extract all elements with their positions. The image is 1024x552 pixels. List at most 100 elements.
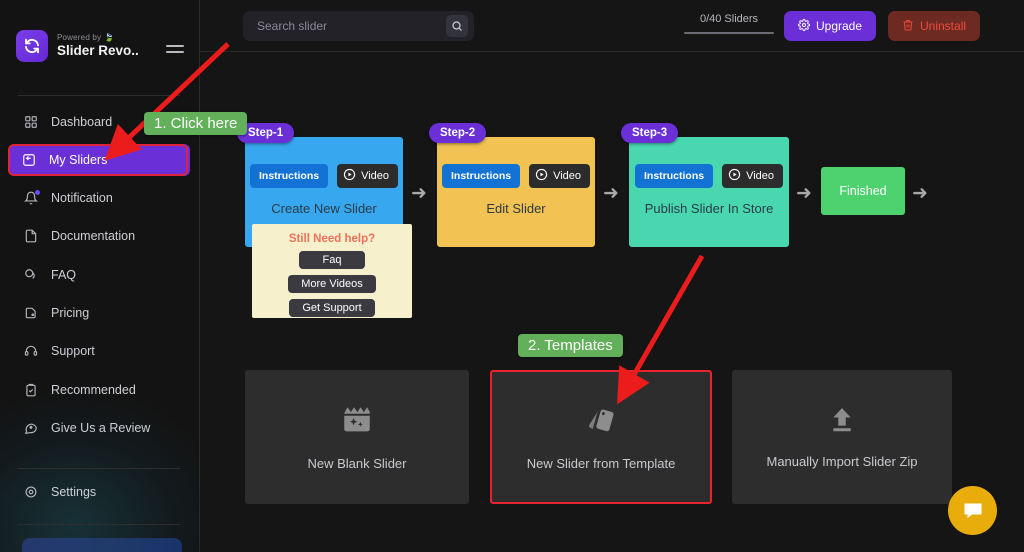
faq-icon <box>23 267 39 283</box>
main-content: Step-1 Instructions Video Create New Sli… <box>200 52 1024 552</box>
uninstall-button[interactable]: Uninstall <box>888 11 981 41</box>
step-title: Edit Slider <box>486 201 546 216</box>
new-slider-from-template-card[interactable]: New Slider from Template <box>490 370 712 504</box>
instructions-button[interactable]: Instructions <box>249 164 329 188</box>
step-title: Publish Slider In Store <box>644 201 774 216</box>
slider-count-label: 0/40 Sliders <box>699 13 759 25</box>
play-circle-icon <box>728 168 741 184</box>
sidebar-item-label: Dashboard <box>51 115 113 129</box>
sidebar-item-label: Give Us a Review <box>51 421 151 435</box>
new-slider-from-template-label: New Slider from Template <box>526 456 676 471</box>
sidebar-item-label: Documentation <box>51 229 136 243</box>
faq-button[interactable]: Faq <box>299 251 365 269</box>
topbar: 0/40 Sliders Upgrade Uninstall <box>200 0 1024 52</box>
step-buttons: Instructions Video <box>249 164 399 188</box>
step-buttons: Instructions Video <box>634 164 784 188</box>
play-circle-icon <box>343 168 356 184</box>
search-input[interactable] <box>243 19 446 33</box>
step-arrow-1: ➜ <box>411 183 427 204</box>
leaf-icon: 🍃 <box>104 32 115 42</box>
step-badge: Step-3 <box>621 123 679 143</box>
sidebar-item-label: Pricing <box>51 306 90 320</box>
finished-label: Finished <box>839 184 887 198</box>
upgrade-button[interactable]: Upgrade <box>784 11 877 41</box>
step-arrow-4: ➜ <box>912 183 928 204</box>
new-blank-slider-label: New Blank Slider <box>307 456 407 471</box>
sidebar-item-my-sliders[interactable]: My Sliders <box>8 144 195 176</box>
slider-revolution-logo-icon <box>16 30 48 62</box>
sliders-icon <box>21 152 37 168</box>
sidebar: Powered by 🍃 Slider Revo.. Dashboard My … <box>0 0 200 552</box>
hamburger-icon[interactable] <box>166 45 184 57</box>
uninstall-button-label: Uninstall <box>920 19 967 33</box>
sidebar-divider-middle <box>18 468 180 469</box>
sidebar-divider-bottom <box>18 524 180 525</box>
help-title: Still Need help? <box>288 233 376 245</box>
clapperboard-sparkle-icon <box>340 403 374 442</box>
manually-import-slider-zip-card[interactable]: Manually Import Slider Zip <box>732 370 952 504</box>
chat-bubble-icon[interactable] <box>948 486 997 535</box>
sidebar-item-support[interactable]: Support <box>12 336 188 366</box>
finished-box: Finished <box>821 167 905 215</box>
search-bar <box>243 11 474 41</box>
get-support-button[interactable]: Get Support <box>289 299 375 317</box>
cards-stack-icon <box>584 403 618 442</box>
headset-icon <box>23 343 39 359</box>
new-blank-slider-card[interactable]: New Blank Slider <box>245 370 469 504</box>
document-icon <box>23 228 39 244</box>
play-circle-icon <box>535 168 548 184</box>
sidebar-item-label: Recommended <box>51 383 136 397</box>
sidebar-item-notification[interactable]: Notification <box>12 183 188 213</box>
brand: Powered by 🍃 Slider Revo.. <box>16 30 139 62</box>
slider-count-bar <box>684 32 774 34</box>
search-icon[interactable] <box>446 15 468 37</box>
step-card-3: Step-3 Instructions Video Publish Slider… <box>621 123 789 247</box>
video-button[interactable]: Video <box>722 164 784 188</box>
sidebar-item-settings[interactable]: Settings <box>12 477 188 507</box>
slider-revolution-app: Powered by 🍃 Slider Revo.. Dashboard My … <box>0 0 1024 552</box>
sidebar-item-label: FAQ <box>51 268 77 282</box>
help-box: Still Need help? Faq More Videos Get Sup… <box>252 224 412 318</box>
gear-icon <box>798 18 810 34</box>
sidebar-divider-top <box>18 95 180 96</box>
brand-name: Slider Revo.. <box>57 43 139 59</box>
sidebar-item-documentation[interactable]: Documentation <box>12 221 188 251</box>
upload-icon <box>827 405 857 440</box>
sidebar-item-label: My Sliders <box>49 153 108 167</box>
sidebar-item-give-us-a-review[interactable]: Give Us a Review <box>12 413 188 443</box>
more-videos-button[interactable]: More Videos <box>288 275 376 293</box>
step-title: Create New Slider <box>271 201 377 216</box>
video-button-label: Video <box>553 170 582 182</box>
step-card-2: Step-2 Instructions Video Edit Slider <box>429 123 595 247</box>
sidebar-item-label: Notification <box>51 191 113 205</box>
gear-icon <box>23 484 39 500</box>
step-buttons: Instructions Video <box>441 164 591 188</box>
video-button-label: Video <box>361 170 390 182</box>
chat-heart-icon <box>23 420 39 436</box>
step-badge: Step-2 <box>429 123 487 143</box>
video-button-label: Video <box>746 170 775 182</box>
bell-icon <box>23 190 40 206</box>
tag-icon <box>23 305 39 321</box>
step-arrow-3: ➜ <box>796 183 812 204</box>
step-arrow-2: ➜ <box>603 183 619 204</box>
grid-icon <box>23 114 39 130</box>
sidebar-promo-card[interactable] <box>22 538 182 552</box>
brand-powered-by: Powered by 🍃 <box>57 32 139 42</box>
sidebar-item-faq[interactable]: FAQ <box>12 260 188 290</box>
clipboard-check-icon <box>23 382 39 398</box>
trash-icon <box>902 19 914 34</box>
notification-dot <box>35 190 40 195</box>
slider-count: 0/40 Sliders <box>684 13 774 34</box>
sidebar-item-pricing[interactable]: Pricing <box>12 298 188 328</box>
video-button[interactable]: Video <box>529 164 591 188</box>
brand-powered-label: Powered by <box>57 32 102 42</box>
sidebar-item-label: Support <box>51 344 95 358</box>
instructions-button[interactable]: Instructions <box>634 164 714 188</box>
video-button[interactable]: Video <box>337 164 399 188</box>
upgrade-button-label: Upgrade <box>816 19 863 33</box>
manually-import-slider-zip-label: Manually Import Slider Zip <box>766 454 918 469</box>
instructions-button[interactable]: Instructions <box>441 164 521 188</box>
sidebar-item-label: Settings <box>51 485 97 499</box>
sidebar-item-recommended[interactable]: Recommended <box>12 375 188 405</box>
